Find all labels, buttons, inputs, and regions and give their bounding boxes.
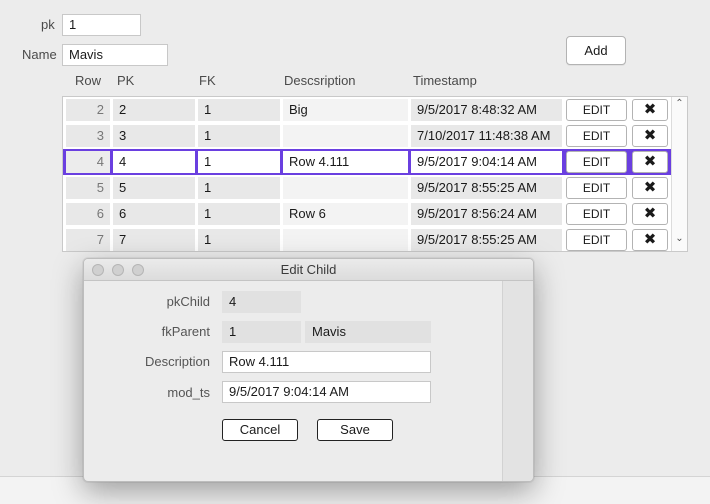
row-number-cell: 2 xyxy=(66,99,110,121)
table-row[interactable]: 7 7 1 9/5/2017 8:55:25 AM EDIT ✖ xyxy=(63,227,673,253)
description-cell[interactable] xyxy=(283,229,408,251)
delete-icon[interactable]: ✖ xyxy=(632,151,668,173)
fk-cell[interactable]: 1 xyxy=(198,125,280,147)
row-number-cell: 6 xyxy=(66,203,110,225)
cancel-button[interactable]: Cancel xyxy=(222,419,298,441)
row-number-cell: 3 xyxy=(66,125,110,147)
row-number-cell: 4 xyxy=(66,151,110,173)
edit-button[interactable]: EDIT xyxy=(566,99,627,121)
column-header-timestamp: Timestamp xyxy=(413,73,477,88)
name-label: Name xyxy=(22,47,57,62)
row-number-cell: 7 xyxy=(66,229,110,251)
edit-button[interactable]: EDIT xyxy=(566,125,627,147)
delete-icon[interactable]: ✖ xyxy=(632,125,668,147)
mod-ts-input[interactable]: 9/5/2017 9:04:14 AM xyxy=(222,381,431,403)
fkparent-label: fkParent xyxy=(161,324,210,339)
pk-cell[interactable]: 7 xyxy=(113,229,195,251)
description-label: Description xyxy=(144,354,210,369)
delete-icon[interactable]: ✖ xyxy=(632,99,668,121)
delete-icon[interactable]: ✖ xyxy=(632,177,668,199)
mod-ts-label: mod_ts xyxy=(167,385,210,400)
column-header-description: Descsription xyxy=(284,73,356,88)
column-header-pk: PK xyxy=(117,73,135,88)
delete-icon[interactable]: ✖ xyxy=(632,203,668,225)
column-header-row: Row xyxy=(75,73,102,88)
description-cell[interactable] xyxy=(283,177,408,199)
pk-input[interactable]: 1 xyxy=(62,14,141,36)
description-cell[interactable] xyxy=(283,125,408,147)
grid-vertical-scrollbar[interactable]: ⌃ ⌄ xyxy=(671,97,687,251)
pk-cell[interactable]: 5 xyxy=(113,177,195,199)
edit-child-dialog: Edit Child pkChild 4 fkParent 1 Mavis De… xyxy=(83,258,534,482)
row-number-cell: 5 xyxy=(66,177,110,199)
dialog-side-panel xyxy=(502,281,533,481)
timestamp-cell[interactable]: 7/10/2017 11:48:38 AM xyxy=(411,125,562,147)
fk-cell[interactable]: 1 xyxy=(198,229,280,251)
pkchild-field: 4 xyxy=(222,291,301,313)
pkchild-label: pkChild xyxy=(166,294,210,309)
fkparent-field: 1 xyxy=(222,321,301,343)
pk-cell[interactable]: 3 xyxy=(113,125,195,147)
add-button[interactable]: Add xyxy=(566,36,626,65)
delete-icon[interactable]: ✖ xyxy=(632,229,668,251)
scroll-down-icon[interactable]: ⌄ xyxy=(672,233,687,244)
scroll-up-icon[interactable]: ⌃ xyxy=(672,98,687,109)
description-input[interactable]: Row 4.111 xyxy=(222,351,431,373)
table-row[interactable]: 3 3 1 7/10/2017 11:48:38 AM EDIT ✖ xyxy=(63,123,673,149)
edit-button[interactable]: EDIT xyxy=(566,177,627,199)
description-cell[interactable]: Row 6 xyxy=(283,203,408,225)
pk-cell[interactable]: 2 xyxy=(113,99,195,121)
table-row[interactable]: 2 2 1 Big 9/5/2017 8:48:32 AM EDIT ✖ xyxy=(63,97,673,123)
timestamp-cell[interactable]: 9/5/2017 8:48:32 AM xyxy=(411,99,562,121)
timestamp-cell[interactable]: 9/5/2017 8:56:24 AM xyxy=(411,203,562,225)
edit-button[interactable]: EDIT xyxy=(566,151,627,173)
dialog-title: Edit Child xyxy=(280,262,337,277)
pk-label: pk xyxy=(41,17,55,32)
table-row[interactable]: 6 6 1 Row 6 9/5/2017 8:56:24 AM EDIT ✖ xyxy=(63,201,673,227)
table-row-selected[interactable]: 4 4 1 Row 4.111 9/5/2017 9:04:14 AM EDIT… xyxy=(63,149,673,175)
table-row[interactable]: 5 5 1 9/5/2017 8:55:25 AM EDIT ✖ xyxy=(63,175,673,201)
child-grid: 2 2 1 Big 9/5/2017 8:48:32 AM EDIT ✖ 3 3… xyxy=(62,96,688,252)
fk-cell[interactable]: 1 xyxy=(198,99,280,121)
description-cell[interactable]: Big xyxy=(283,99,408,121)
pk-cell[interactable]: 4 xyxy=(113,151,195,173)
column-header-fk: FK xyxy=(199,73,216,88)
timestamp-cell[interactable]: 9/5/2017 9:04:14 AM xyxy=(411,151,562,173)
fkparent-name-field: Mavis xyxy=(305,321,431,343)
save-button[interactable]: Save xyxy=(317,419,393,441)
fk-cell[interactable]: 1 xyxy=(198,151,280,173)
edit-button[interactable]: EDIT xyxy=(566,229,627,251)
fk-cell[interactable]: 1 xyxy=(198,203,280,225)
dialog-titlebar[interactable]: Edit Child xyxy=(84,259,533,281)
description-cell[interactable]: Row 4.111 xyxy=(283,151,408,173)
fk-cell[interactable]: 1 xyxy=(198,177,280,199)
edit-button[interactable]: EDIT xyxy=(566,203,627,225)
name-input[interactable]: Mavis xyxy=(62,44,168,66)
timestamp-cell[interactable]: 9/5/2017 8:55:25 AM xyxy=(411,177,562,199)
pk-cell[interactable]: 6 xyxy=(113,203,195,225)
timestamp-cell[interactable]: 9/5/2017 8:55:25 AM xyxy=(411,229,562,251)
